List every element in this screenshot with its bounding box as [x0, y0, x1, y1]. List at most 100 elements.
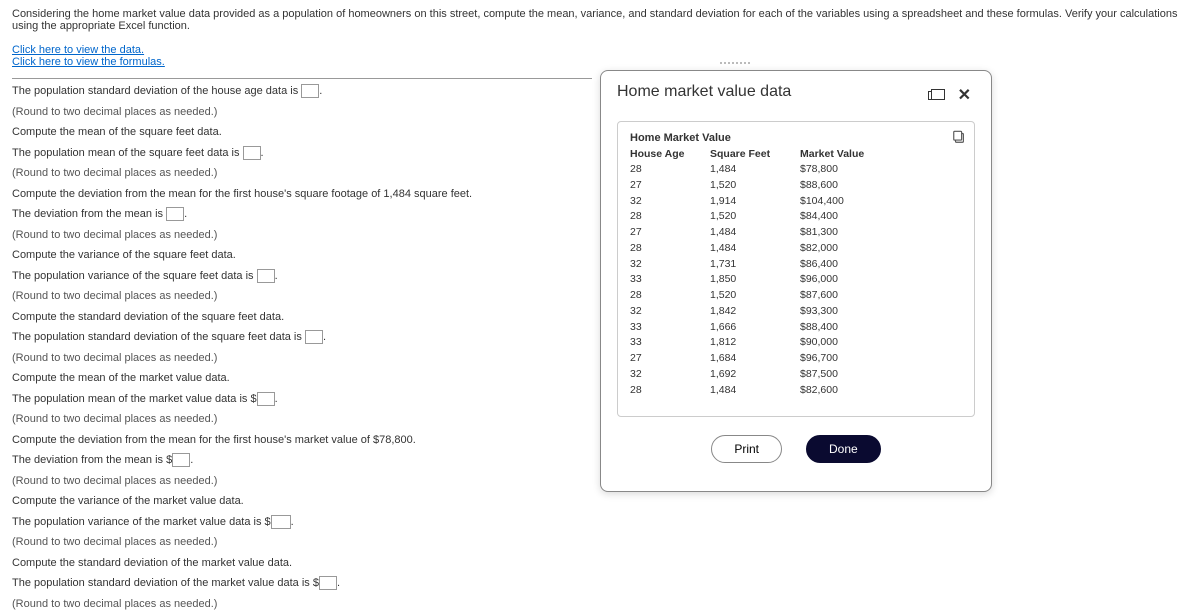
round-hint: (Round to two decimal places as needed.)	[12, 596, 592, 612]
cell-sqft: 1,484	[710, 241, 800, 257]
cell-sqft: 1,914	[710, 194, 800, 210]
col-header-value: Market Value	[800, 148, 890, 160]
cell-age: 32	[630, 194, 710, 210]
cell-age: 33	[630, 320, 710, 336]
compute-var-sqft: Compute the variance of the square feet …	[12, 247, 592, 264]
table-row: 281,520$84,400	[630, 209, 962, 225]
round-hint: (Round to two decimal places as needed.)	[12, 411, 592, 428]
cell-value: $87,600	[800, 288, 890, 304]
period: .	[190, 454, 193, 466]
close-icon[interactable]: ✕	[954, 83, 975, 107]
cell-value: $78,800	[800, 162, 890, 178]
cell-sqft: 1,484	[710, 383, 800, 399]
data-modal: Home market value data ✕ Home Market Val…	[600, 70, 992, 492]
var-sqft-text: The population variance of the square fe…	[12, 270, 257, 282]
col-header-age: House Age	[630, 148, 710, 160]
cell-sqft: 1,812	[710, 335, 800, 351]
question-intro: Considering the home market value data p…	[12, 8, 1188, 32]
cell-value: $88,400	[800, 320, 890, 336]
cell-age: 33	[630, 335, 710, 351]
var-mv-input[interactable]	[271, 515, 291, 529]
cell-age: 27	[630, 351, 710, 367]
data-title: Home Market Value	[630, 132, 962, 144]
period: .	[261, 147, 264, 159]
table-row: 331,850$96,000	[630, 272, 962, 288]
link-view-formulas[interactable]: Click here to view the formulas.	[12, 56, 1188, 68]
dev-mv-input[interactable]	[172, 453, 190, 467]
sd-sqft-input[interactable]	[305, 330, 323, 344]
round-hint: (Round to two decimal places as needed.)	[12, 288, 592, 305]
done-button[interactable]: Done	[806, 435, 881, 463]
sd-sqft-text: The population standard deviation of the…	[12, 331, 305, 343]
cell-value: $93,300	[800, 304, 890, 320]
round-hint: (Round to two decimal places as needed.)	[12, 104, 592, 121]
mean-mv-input[interactable]	[257, 392, 275, 406]
copy-icon[interactable]	[952, 130, 966, 144]
round-hint: (Round to two decimal places as needed.)	[12, 473, 592, 490]
sd-mv-input[interactable]	[319, 576, 337, 590]
cell-age: 27	[630, 178, 710, 194]
mean-sqft-input[interactable]	[243, 146, 261, 160]
cell-sqft: 1,850	[710, 272, 800, 288]
var-sqft-input[interactable]	[257, 269, 275, 283]
data-table: House Age Square Feet Market Value 281,4…	[630, 148, 962, 398]
round-hint: (Round to two decimal places as needed.)	[12, 227, 592, 244]
cell-sqft: 1,692	[710, 367, 800, 383]
period: .	[184, 208, 187, 220]
cell-value: $104,400	[800, 194, 890, 210]
cell-age: 28	[630, 209, 710, 225]
cell-age: 32	[630, 304, 710, 320]
dev-sqft-input[interactable]	[166, 207, 184, 221]
compute-sd-sqft: Compute the standard deviation of the sq…	[12, 309, 592, 326]
cell-age: 32	[630, 367, 710, 383]
cell-age: 28	[630, 288, 710, 304]
cell-value: $88,600	[800, 178, 890, 194]
table-row: 321,842$93,300	[630, 304, 962, 320]
cell-sqft: 1,484	[710, 162, 800, 178]
drag-handle[interactable]	[720, 62, 750, 64]
cell-value: $82,000	[800, 241, 890, 257]
sd-age-input[interactable]	[301, 84, 319, 98]
var-mv-text: The population variance of the market va…	[12, 516, 271, 528]
cell-value: $82,600	[800, 383, 890, 399]
table-row: 321,692$87,500	[630, 367, 962, 383]
modal-title: Home market value data	[617, 83, 791, 101]
link-view-data[interactable]: Click here to view the data.	[12, 44, 1188, 56]
period: .	[337, 577, 340, 589]
dev-sqft-text: The deviation from the mean is	[12, 208, 166, 220]
table-row: 271,520$88,600	[630, 178, 962, 194]
table-row: 321,731$86,400	[630, 257, 962, 273]
cell-value: $90,000	[800, 335, 890, 351]
cell-sqft: 1,684	[710, 351, 800, 367]
cell-value: $96,000	[800, 272, 890, 288]
round-hint: (Round to two decimal places as needed.)	[12, 165, 592, 182]
cell-age: 33	[630, 272, 710, 288]
table-row: 321,914$104,400	[630, 194, 962, 210]
table-row: 271,484$81,300	[630, 225, 962, 241]
round-hint: (Round to two decimal places as needed.)	[12, 350, 592, 367]
round-hint: (Round to two decimal places as needed.)	[12, 534, 592, 551]
period: .	[275, 270, 278, 282]
table-row: 281,484$82,000	[630, 241, 962, 257]
table-row: 271,684$96,700	[630, 351, 962, 367]
divider	[12, 78, 592, 79]
sd-mv-text: The population standard deviation of the…	[12, 577, 319, 589]
cell-age: 28	[630, 162, 710, 178]
cell-age: 32	[630, 257, 710, 273]
new-window-icon[interactable]	[924, 86, 944, 105]
sd-age-text: The population standard deviation of the…	[12, 85, 301, 97]
table-row: 281,484$78,800	[630, 162, 962, 178]
cell-sqft: 1,842	[710, 304, 800, 320]
table-row: 331,666$88,400	[630, 320, 962, 336]
print-button[interactable]: Print	[711, 435, 782, 463]
cell-age: 27	[630, 225, 710, 241]
cell-value: $86,400	[800, 257, 890, 273]
cell-sqft: 1,520	[710, 288, 800, 304]
cell-sqft: 1,484	[710, 225, 800, 241]
mean-mv-text: The population mean of the market value …	[12, 393, 257, 405]
compute-var-mv: Compute the variance of the market value…	[12, 493, 592, 510]
period: .	[323, 331, 326, 343]
cell-sqft: 1,520	[710, 178, 800, 194]
compute-mean-sqft: Compute the mean of the square feet data…	[12, 124, 592, 141]
cell-sqft: 1,666	[710, 320, 800, 336]
